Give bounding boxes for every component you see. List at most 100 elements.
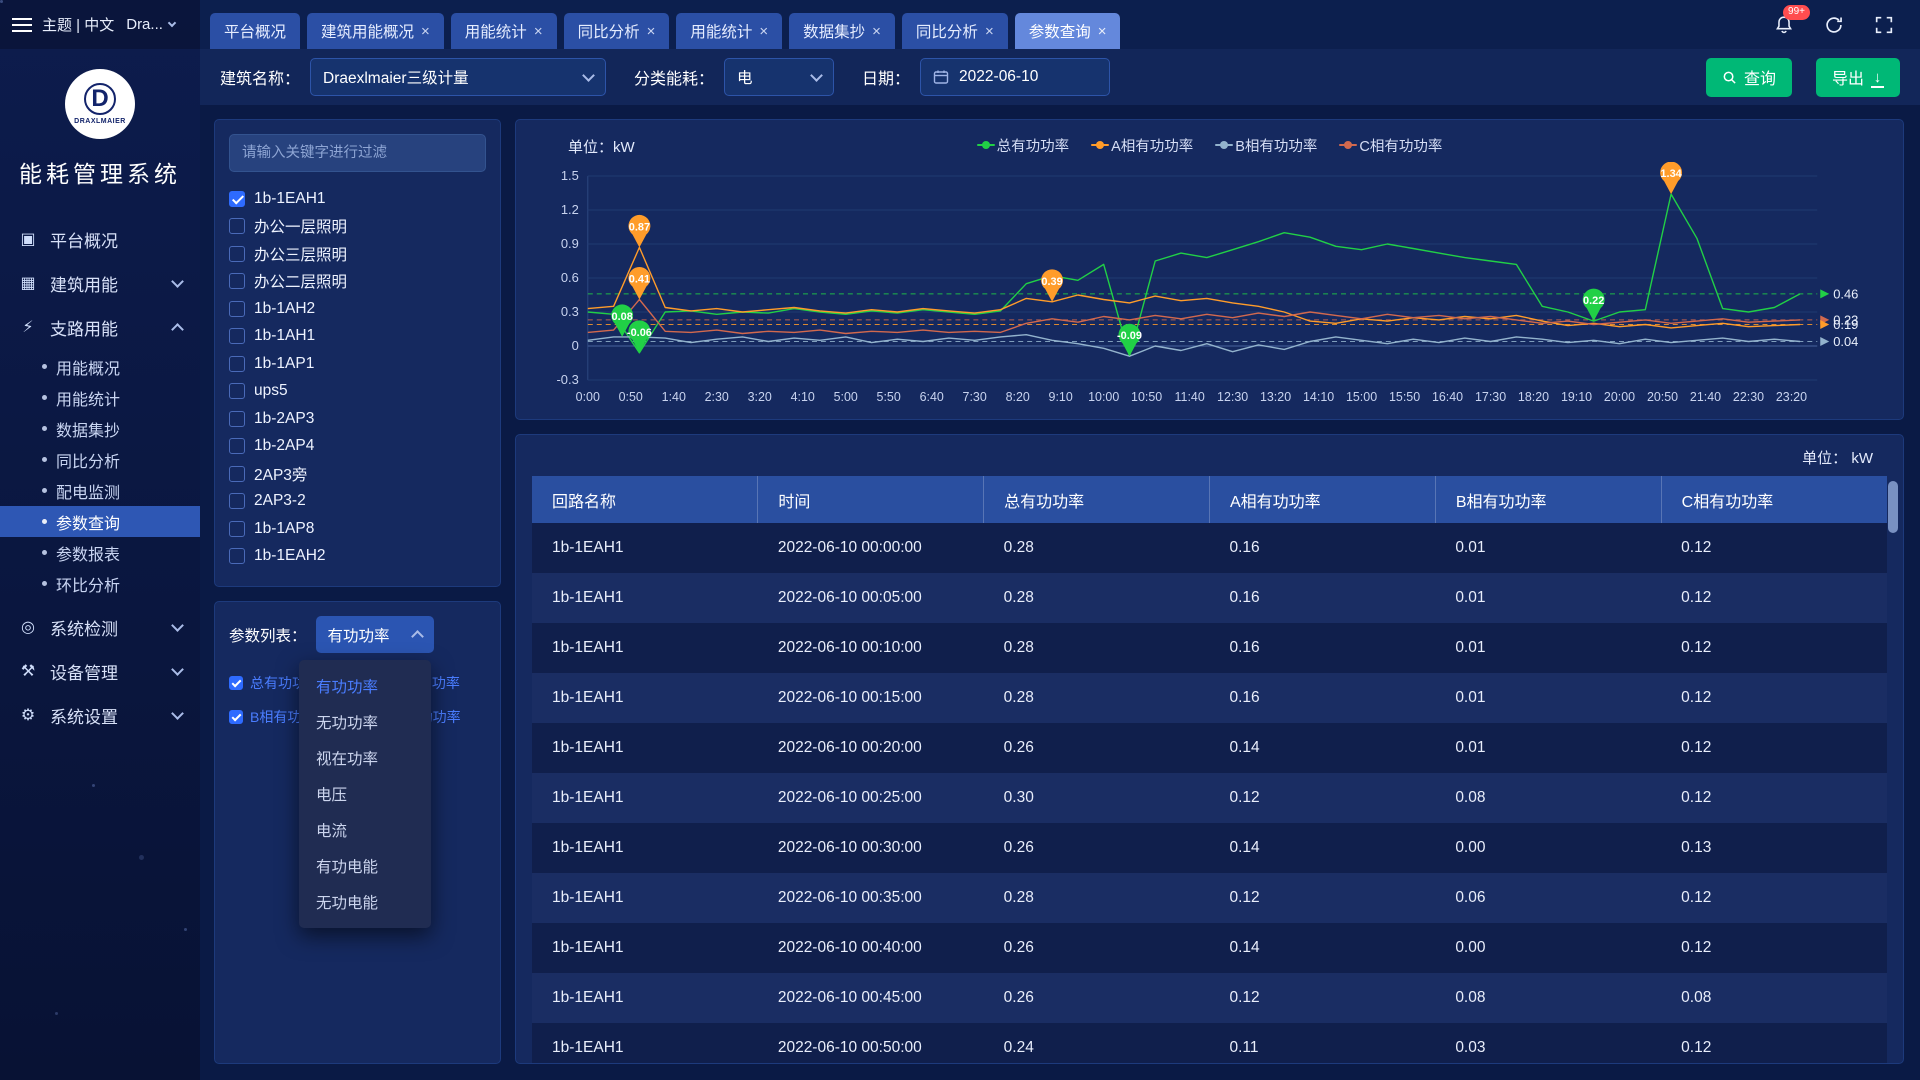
- checkbox[interactable]: [229, 521, 245, 537]
- sidebar-subitem-同比分析[interactable]: 同比分析: [0, 444, 200, 475]
- tree-item-1b-2AP4[interactable]: 1b-2AP4: [229, 433, 486, 461]
- sidebar-item-平台概况[interactable]: ▣平台概况: [0, 217, 200, 261]
- notifications-button[interactable]: 99+: [1772, 13, 1796, 37]
- energy-type-select[interactable]: 电: [724, 58, 834, 96]
- checkbox[interactable]: [229, 356, 245, 372]
- svg-text:21:40: 21:40: [1690, 390, 1721, 404]
- checkbox[interactable]: [229, 548, 245, 564]
- date-picker[interactable]: 2022-06-10: [920, 58, 1110, 96]
- sidebar-item-支路用能[interactable]: ⚡支路用能: [0, 305, 200, 349]
- param-select[interactable]: 有功功率: [316, 616, 434, 653]
- sidebar-subitem-参数报表[interactable]: 参数报表: [0, 537, 200, 568]
- dropdown-option-有功功率[interactable]: 有功功率: [299, 668, 431, 704]
- tab-参数查询[interactable]: 参数查询×: [1015, 13, 1121, 49]
- sidebar-subitem-用能统计[interactable]: 用能统计: [0, 382, 200, 413]
- tree-item-办公三层照明[interactable]: 办公三层照明: [229, 240, 486, 268]
- user-dropdown[interactable]: Dra...: [126, 16, 175, 33]
- legend-item-A相有功功率[interactable]: A相有功功率: [1091, 135, 1193, 156]
- table-cell: 0.26: [984, 823, 1210, 873]
- checkbox[interactable]: [229, 191, 245, 207]
- checkbox[interactable]: [229, 383, 245, 399]
- tab-close-icon[interactable]: ×: [647, 23, 656, 40]
- tree-item-1b-2AP3[interactable]: 1b-2AP3: [229, 405, 486, 433]
- tree-search-input[interactable]: [229, 134, 486, 172]
- dropdown-option-无功电能[interactable]: 无功电能: [299, 884, 431, 920]
- tree-item-1b-1AP1[interactable]: 1b-1AP1: [229, 350, 486, 378]
- table-cell: 0.12: [1209, 873, 1435, 923]
- checkbox[interactable]: [229, 273, 245, 289]
- legend-item-C相有功功率[interactable]: C相有功功率: [1339, 135, 1442, 156]
- fullscreen-button[interactable]: [1872, 13, 1896, 37]
- tab-label: 用能统计: [690, 20, 752, 42]
- tab-close-icon[interactable]: ×: [1098, 23, 1107, 40]
- sidebar-subitem-配电监测[interactable]: 配电监测: [0, 475, 200, 506]
- sidebar-item-系统检测[interactable]: ◎系统检测: [0, 605, 200, 649]
- checkbox[interactable]: [229, 676, 243, 690]
- svg-text:13:20: 13:20: [1260, 390, 1291, 404]
- table-scrollbar-thumb[interactable]: [1888, 481, 1898, 533]
- query-button[interactable]: 查询: [1706, 58, 1792, 97]
- table-row: 1b-1EAH12022-06-10 00:20:000.260.140.010…: [532, 723, 1887, 773]
- checkbox[interactable]: [229, 438, 245, 454]
- tab-close-icon[interactable]: ×: [759, 23, 768, 40]
- dropdown-option-电流[interactable]: 电流: [299, 812, 431, 848]
- tab-close-icon[interactable]: ×: [872, 23, 881, 40]
- tab-同比分析[interactable]: 同比分析×: [564, 13, 670, 49]
- dropdown-option-视在功率[interactable]: 视在功率: [299, 740, 431, 776]
- export-button[interactable]: 导出 ↓: [1816, 58, 1900, 97]
- table-cell: 0.28: [984, 573, 1210, 623]
- checkbox[interactable]: [229, 411, 245, 427]
- legend-item-总有功功率[interactable]: 总有功功率: [977, 135, 1070, 156]
- tab-close-icon[interactable]: ×: [985, 23, 994, 40]
- sidebar-subitem-环比分析[interactable]: 环比分析: [0, 568, 200, 599]
- table-cell: 1b-1EAH1: [532, 573, 758, 623]
- building-select[interactable]: Draexlmaier三级计量: [310, 58, 606, 96]
- tab-用能统计[interactable]: 用能统计×: [451, 13, 557, 49]
- checkbox[interactable]: [229, 493, 245, 509]
- table-header-row: 回路名称时间总有功功率A相有功功率B相有功功率C相有功功率: [532, 476, 1887, 523]
- building-label: 建筑名称：: [220, 65, 300, 89]
- tree-item-办公二层照明[interactable]: 办公二层照明: [229, 268, 486, 296]
- sidebar-item-系统设置[interactable]: ⚙系统设置: [0, 693, 200, 737]
- dropdown-option-无功功率[interactable]: 无功功率: [299, 704, 431, 740]
- tree-item-1b-1AH1[interactable]: 1b-1AH1: [229, 323, 486, 351]
- tree-item-1b-1AP8[interactable]: 1b-1AP8: [229, 515, 486, 543]
- refresh-button[interactable]: [1822, 13, 1846, 37]
- checkbox[interactable]: [229, 466, 245, 482]
- legend-item-B相有功功率[interactable]: B相有功功率: [1215, 135, 1317, 156]
- menu-hamburger-icon[interactable]: [12, 14, 32, 36]
- sidebar-item-建筑用能[interactable]: ▦建筑用能: [0, 261, 200, 305]
- tree-item-1b-1EAH2[interactable]: 1b-1EAH2: [229, 543, 486, 571]
- checkbox[interactable]: [229, 246, 245, 262]
- svg-text:16:40: 16:40: [1432, 390, 1463, 404]
- checkbox[interactable]: [229, 710, 243, 724]
- tree-item-1b-1AH2[interactable]: 1b-1AH2: [229, 295, 486, 323]
- svg-text:3:20: 3:20: [748, 390, 772, 404]
- tree-item-1b-1EAH1[interactable]: 1b-1EAH1: [229, 185, 486, 213]
- tab-建筑用能概况[interactable]: 建筑用能概况×: [307, 13, 444, 49]
- table-cell: 0.12: [1209, 973, 1435, 1023]
- tab-数据集抄[interactable]: 数据集抄×: [789, 13, 895, 49]
- tree-item-2AP3旁[interactable]: 2AP3旁: [229, 460, 486, 488]
- tab-平台概况[interactable]: 平台概况: [210, 13, 300, 49]
- tab-用能统计[interactable]: 用能统计 ×: [676, 13, 782, 49]
- checkbox[interactable]: [229, 301, 245, 317]
- dropdown-option-有功电能[interactable]: 有功电能: [299, 848, 431, 884]
- dropdown-option-电压[interactable]: 电压: [299, 776, 431, 812]
- svg-text:-0.09: -0.09: [1117, 330, 1142, 342]
- tree-item-办公一层照明[interactable]: 办公一层照明: [229, 213, 486, 241]
- fullscreen-icon: [1873, 14, 1895, 36]
- sidebar-subitem-参数查询[interactable]: 参数查询: [0, 506, 200, 537]
- sidebar-item-设备管理[interactable]: ⚒设备管理: [0, 649, 200, 693]
- sidebar-subitem-数据集抄[interactable]: 数据集抄: [0, 413, 200, 444]
- tree-item-2AP3-2[interactable]: 2AP3-2: [229, 488, 486, 516]
- checkbox[interactable]: [229, 328, 245, 344]
- sidebar-subitem-用能概况[interactable]: 用能概况: [0, 351, 200, 382]
- tree-item-ups5[interactable]: ups5: [229, 378, 486, 406]
- svg-text:5:50: 5:50: [877, 390, 901, 404]
- theme-language-switch[interactable]: 主题 | 中文: [42, 14, 114, 35]
- checkbox[interactable]: [229, 218, 245, 234]
- tab-同比分析[interactable]: 同比分析×: [902, 13, 1008, 49]
- tab-close-icon[interactable]: ×: [421, 23, 430, 40]
- tab-close-icon[interactable]: ×: [534, 23, 543, 40]
